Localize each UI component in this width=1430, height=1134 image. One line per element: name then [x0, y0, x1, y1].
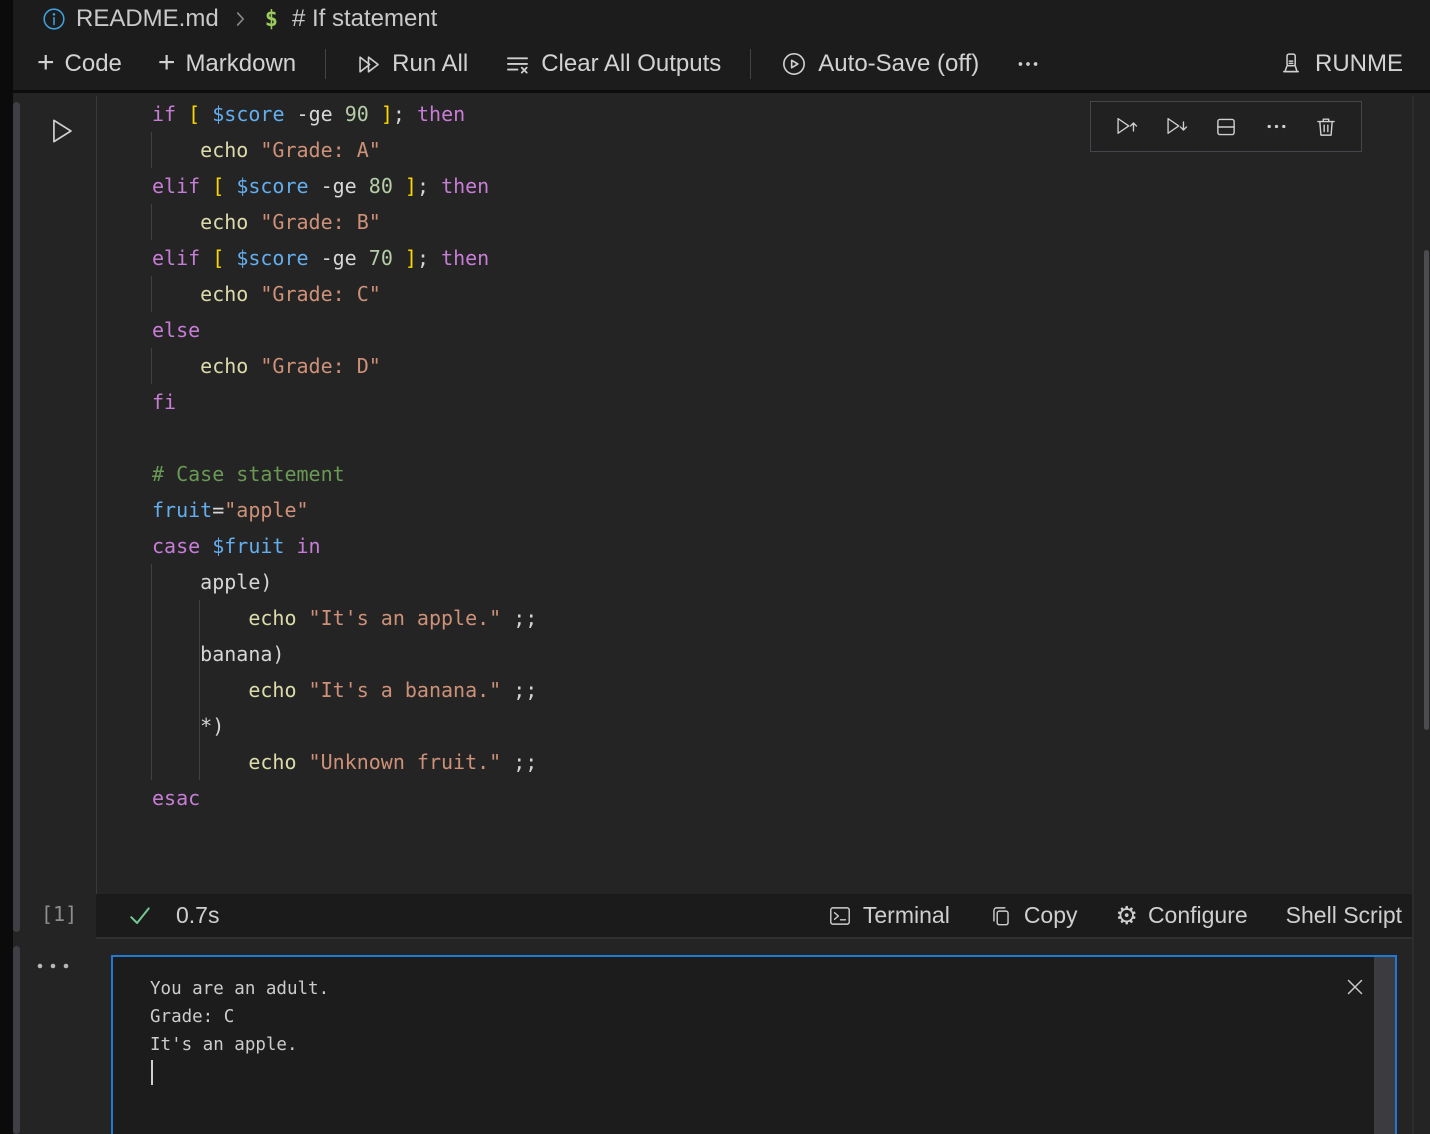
- cell-more-actions-button[interactable]: [1261, 112, 1291, 142]
- run-all-button[interactable]: Run All: [340, 43, 483, 85]
- indent-guide: [151, 276, 152, 312]
- auto-save-toggle[interactable]: Auto-Save (off): [765, 43, 994, 85]
- runme-logo-icon: [1277, 50, 1305, 78]
- run-all-label: Run All: [392, 50, 468, 78]
- shell-symbol: $: [265, 7, 278, 32]
- run-cell-button[interactable]: [44, 114, 78, 148]
- ellipsis-icon: [1015, 51, 1041, 77]
- editor-right-border: [1412, 96, 1414, 1134]
- add-code-cell-button[interactable]: + Code: [22, 43, 137, 85]
- output-lines: You are an adult.Grade: CIt's an apple.: [150, 975, 1395, 1059]
- cell-status-bar: 0.7s Terminal: [96, 894, 1412, 939]
- terminal-icon: [827, 903, 853, 929]
- success-check-icon: [126, 902, 154, 930]
- output-scrollbar[interactable]: [1374, 957, 1395, 1134]
- clear-all-outputs-button[interactable]: Clear All Outputs: [489, 43, 736, 85]
- editor-left-margin: [0, 0, 13, 1134]
- language-label: Shell Script: [1286, 902, 1402, 929]
- auto-save-icon: [780, 50, 808, 78]
- toolbar-more-actions[interactable]: [1000, 43, 1056, 85]
- execution-duration: 0.7s: [176, 902, 219, 929]
- add-code-label: Code: [65, 50, 122, 78]
- breadcrumb: README.md $ # If statement: [0, 0, 1430, 38]
- runme-label: RUNME: [1315, 50, 1403, 78]
- output-focus-bar: [13, 946, 20, 1134]
- plus-icon: +: [37, 48, 55, 78]
- split-cell-button[interactable]: [1211, 112, 1241, 142]
- copy-button[interactable]: Copy: [988, 902, 1078, 929]
- chevron-right-icon: [229, 8, 251, 30]
- notebook-toolbar: + Code + Markdown Run All Clear All Outp…: [0, 38, 1430, 93]
- output-text: You are an adult.Grade: CIt's an apple.: [113, 957, 1395, 1085]
- copy-label: Copy: [1024, 902, 1078, 929]
- indent-guide: [151, 204, 152, 240]
- run-all-icon: [355, 51, 382, 78]
- execute-below-button[interactable]: [1161, 112, 1191, 142]
- clear-all-outputs-label: Clear All Outputs: [541, 50, 721, 78]
- configure-label: Configure: [1148, 902, 1248, 929]
- code-content[interactable]: if [ $score -ge 90 ]; then echo "Grade: …: [152, 96, 537, 888]
- clear-all-outputs-icon: [504, 51, 531, 78]
- runme-button[interactable]: RUNME: [1262, 43, 1418, 85]
- toolbar-divider: [325, 49, 326, 79]
- execution-count: [1]: [41, 902, 77, 926]
- output-terminal: You are an adult.Grade: CIt's an apple.: [111, 955, 1397, 1134]
- breadcrumb-section[interactable]: # If statement: [292, 5, 437, 33]
- indent-guide: [151, 132, 152, 168]
- terminal-button[interactable]: Terminal: [827, 902, 950, 929]
- add-markdown-label: Markdown: [185, 50, 296, 78]
- delete-cell-button[interactable]: [1311, 112, 1341, 142]
- cell-focus-bar: [13, 102, 20, 932]
- output-more-actions[interactable]: [35, 960, 75, 972]
- indent-guide: [151, 348, 152, 384]
- terminal-label: Terminal: [863, 902, 950, 929]
- plus-icon: +: [158, 48, 176, 78]
- breadcrumb-file[interactable]: README.md: [76, 5, 219, 33]
- configure-button[interactable]: ⚙ Configure: [1116, 902, 1248, 929]
- notebook-cell-area: if [ $score -ge 90 ]; then echo "Grade: …: [13, 96, 1430, 1134]
- indent-guide: [199, 600, 200, 780]
- language-picker[interactable]: Shell Script: [1286, 902, 1402, 929]
- terminal-cursor: [151, 1060, 153, 1085]
- add-markdown-cell-button[interactable]: + Markdown: [143, 43, 311, 85]
- output-close-button[interactable]: [1343, 975, 1367, 999]
- toolbar-divider: [750, 49, 751, 79]
- execute-above-button[interactable]: [1111, 112, 1141, 142]
- page-scrollbar[interactable]: [1424, 250, 1429, 730]
- auto-save-label: Auto-Save (off): [818, 50, 979, 78]
- copy-icon: [988, 903, 1014, 929]
- info-icon: [42, 7, 66, 31]
- gear-icon: ⚙: [1116, 903, 1138, 928]
- cell-toolbar: [1090, 101, 1362, 152]
- indent-guide: [151, 564, 152, 780]
- editor-left-border: [96, 96, 97, 894]
